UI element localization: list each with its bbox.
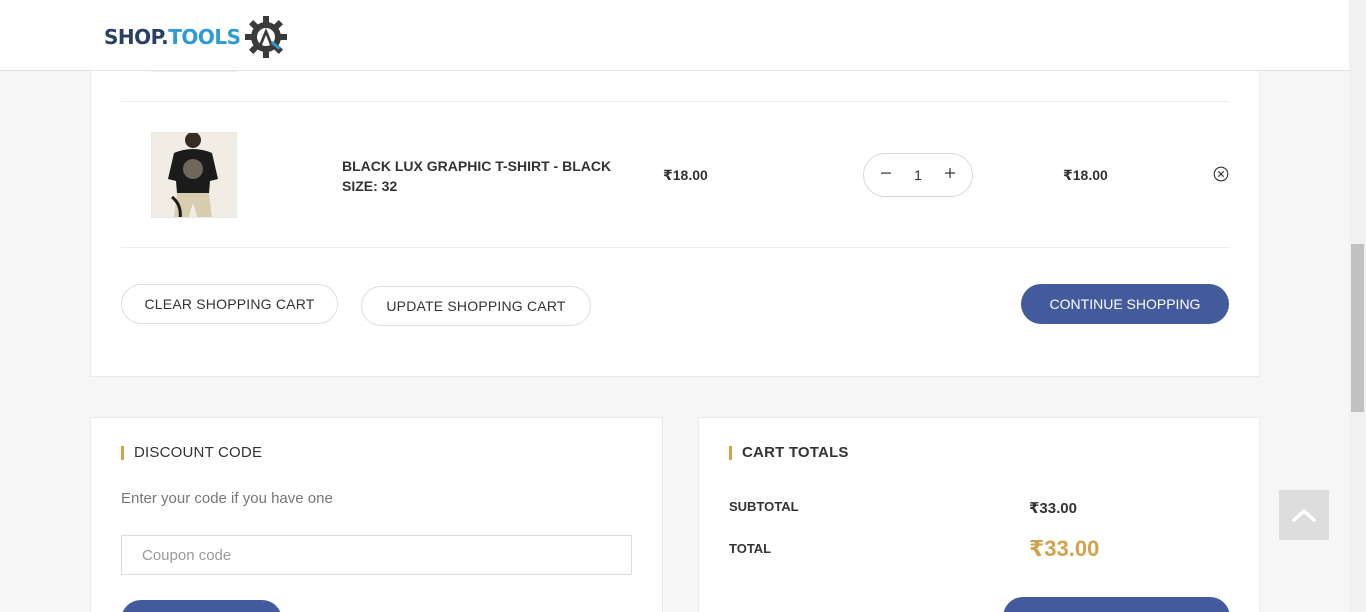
product-thumbnail[interactable] xyxy=(151,132,237,218)
subtotal-label: SUBTOTAL xyxy=(729,499,799,514)
quantity-input[interactable]: 1 xyxy=(914,167,922,183)
total-value: ₹33.00 xyxy=(1029,536,1100,561)
row-divider xyxy=(121,247,1229,248)
remove-circle-icon xyxy=(1213,166,1229,182)
update-cart-button[interactable]: UPDATE SHOPPING CART xyxy=(361,286,591,326)
row-divider xyxy=(121,101,1229,102)
cart-table-panel: BLACK LUX GRAPHIC T-SHIRT - BLACK SIZE: … xyxy=(90,50,1260,377)
discount-code-box: DISCOUNT CODE Enter your code if you hav… xyxy=(90,417,663,612)
clear-cart-button[interactable]: CLEAR SHOPPING CART xyxy=(121,284,338,324)
scrollbar-thumb[interactable] xyxy=(1351,244,1364,412)
plus-icon xyxy=(944,168,955,178)
item-price: ₹18.00 xyxy=(663,167,708,183)
proceed-to-checkout-button[interactable] xyxy=(1003,597,1230,612)
discount-help-text: Enter your code if you have one xyxy=(121,490,333,507)
item-subtotal: ₹18.00 xyxy=(1063,167,1108,183)
gear-icon xyxy=(244,16,287,58)
remove-item-button[interactable] xyxy=(1213,166,1229,182)
quantity-stepper[interactable]: 1 xyxy=(863,153,973,197)
back-to-top-button[interactable] xyxy=(1279,490,1329,540)
increase-quantity-button[interactable] xyxy=(942,167,958,183)
cart-totals-title: CART TOTALS xyxy=(729,445,849,460)
page-scrollbar[interactable] xyxy=(1349,0,1366,612)
site-logo[interactable]: SHOP.TOOLS xyxy=(104,14,289,60)
total-label: TOTAL xyxy=(729,541,772,556)
discount-title: DISCOUNT CODE xyxy=(121,445,262,460)
logo-text: SHOP.TOOLS xyxy=(104,25,241,49)
product-name-cell: BLACK LUX GRAPHIC T-SHIRT - BLACK SIZE: … xyxy=(342,156,612,196)
continue-shopping-button[interactable]: CONTINUE SHOPPING xyxy=(1021,284,1229,324)
product-variant: SIZE: 32 xyxy=(342,178,398,194)
chevron-up-icon xyxy=(1292,509,1316,522)
site-header: SHOP.TOOLS xyxy=(0,0,1349,71)
cart-totals-box: CART TOTALS SUBTOTAL ₹33.00 TOTAL ₹33.00 xyxy=(698,417,1260,612)
product-name[interactable]: BLACK LUX GRAPHIC T-SHIRT - BLACK xyxy=(342,156,612,176)
apply-coupon-button[interactable] xyxy=(121,600,282,612)
decrease-quantity-button[interactable] xyxy=(878,167,894,183)
minus-icon xyxy=(881,172,891,174)
coupon-code-input[interactable] xyxy=(121,535,632,575)
product-image xyxy=(152,133,236,217)
subtotal-value: ₹33.00 xyxy=(1029,500,1077,517)
